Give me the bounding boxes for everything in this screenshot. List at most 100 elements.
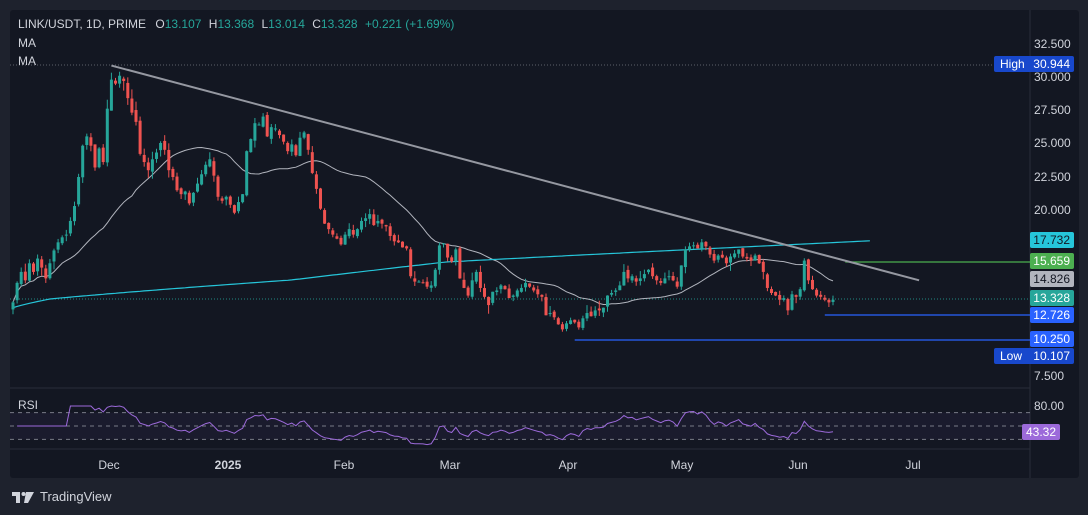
candle-body — [622, 271, 626, 286]
candle-body — [380, 219, 384, 224]
candle-body — [183, 191, 187, 195]
y-tick-label: 7.500 — [1034, 369, 1064, 383]
candle-body — [446, 243, 450, 258]
price-tag-label: Low — [1000, 349, 1022, 363]
ma-legend-long[interactable]: MA — [18, 54, 36, 68]
candle-body — [19, 271, 23, 285]
candle-body — [827, 299, 831, 303]
candle-body — [302, 132, 306, 138]
candle-body — [692, 245, 696, 247]
candle-body — [85, 136, 89, 145]
candle-body — [519, 287, 523, 292]
x-tick-label: May — [671, 458, 694, 472]
x-tick-label: Mar — [440, 458, 461, 472]
candle-body — [794, 295, 798, 297]
candle-body — [130, 98, 134, 113]
candle-body — [651, 267, 655, 277]
y-tick-label: 30.000 — [1034, 70, 1071, 84]
candle-body — [249, 139, 253, 153]
candle-body — [48, 263, 52, 279]
candle-body — [618, 285, 622, 291]
candle-body — [347, 229, 351, 237]
candle-body — [798, 289, 802, 297]
candle-body — [278, 130, 281, 136]
candle-body — [442, 243, 445, 245]
candle-body — [532, 287, 536, 291]
candle-body — [73, 206, 76, 222]
brand-logo[interactable]: TradingView — [12, 489, 112, 504]
price-tag-label: High — [1000, 57, 1025, 71]
low-value: 13.014 — [268, 17, 305, 31]
candle-body — [368, 214, 372, 219]
candle-body — [778, 294, 782, 300]
candle-body — [462, 279, 466, 288]
candle-body — [376, 220, 380, 224]
y-tick-label: 22.500 — [1034, 170, 1071, 184]
candle-body — [425, 281, 429, 287]
candle-body — [401, 241, 404, 248]
candle-body — [241, 194, 245, 203]
candle-body — [610, 293, 614, 295]
candle-body — [212, 161, 216, 176]
candle-body — [118, 75, 122, 84]
candle-body — [556, 318, 560, 325]
candle-body — [298, 137, 302, 156]
candle-body — [331, 230, 335, 235]
candle-body — [269, 127, 273, 139]
candle-body — [565, 323, 568, 329]
candle-body — [56, 242, 60, 250]
candle-body — [737, 249, 741, 254]
candle-body — [683, 249, 687, 268]
candle-body — [36, 258, 40, 272]
candle-body — [573, 319, 577, 323]
candle-body — [606, 295, 609, 307]
candle-body — [93, 144, 97, 168]
price-tag-value: 10.107 — [1033, 349, 1070, 363]
candle-body — [671, 275, 675, 281]
ma-legend-short[interactable]: MA — [18, 36, 36, 50]
candle-body — [109, 79, 113, 111]
trendline[interactable] — [111, 64, 920, 282]
candle-body — [626, 269, 630, 279]
candle-body — [187, 192, 191, 204]
candle-body — [413, 278, 417, 282]
candle-body — [15, 282, 19, 301]
rsi-legend[interactable]: RSI — [18, 398, 38, 412]
candle-body — [237, 202, 240, 212]
symbol-legend[interactable]: LINK/USDT, 1D, PRIME O13.107 H13.368 L13… — [18, 17, 454, 31]
candle-body — [770, 289, 773, 294]
candle-body — [175, 176, 179, 191]
chart-canvas[interactable]: 32.500 30.000 27.500 25.000 22.500 20.000 7.50… — [0, 0, 1088, 515]
brand-name: TradingView — [40, 489, 112, 504]
candle-body — [159, 143, 163, 151]
candle-body — [757, 255, 761, 264]
candle-body — [257, 124, 261, 126]
candle-body — [122, 78, 126, 81]
open-label: O — [155, 17, 165, 31]
candle-body — [216, 176, 220, 197]
candle-body — [191, 192, 195, 203]
candles[interactable] — [11, 71, 835, 332]
candle-body — [396, 240, 400, 243]
symbol-name[interactable]: LINK/USDT, 1D, PRIME — [18, 17, 146, 31]
candle-body — [11, 302, 15, 310]
y-tick-label: 27.500 — [1034, 103, 1071, 117]
rsi-pane — [10, 405, 1030, 446]
candle-body — [515, 290, 519, 297]
candle-body — [224, 196, 228, 200]
candle-body — [708, 247, 712, 255]
candle-body — [536, 289, 540, 295]
candle-body — [614, 290, 618, 292]
candle-body — [290, 144, 294, 152]
candle-body — [585, 313, 589, 319]
candle-body — [134, 110, 138, 122]
candle-body — [200, 174, 204, 185]
candle-body — [704, 241, 708, 247]
time-axis[interactable]: Dec 2025 Feb Mar Apr May Jun Jul — [98, 458, 920, 472]
x-tick-label: 2025 — [215, 458, 242, 472]
candle-body — [593, 310, 597, 316]
candle-body — [97, 148, 101, 168]
candle-body — [245, 151, 249, 196]
candle-body — [355, 229, 359, 237]
candle-body — [335, 236, 339, 239]
